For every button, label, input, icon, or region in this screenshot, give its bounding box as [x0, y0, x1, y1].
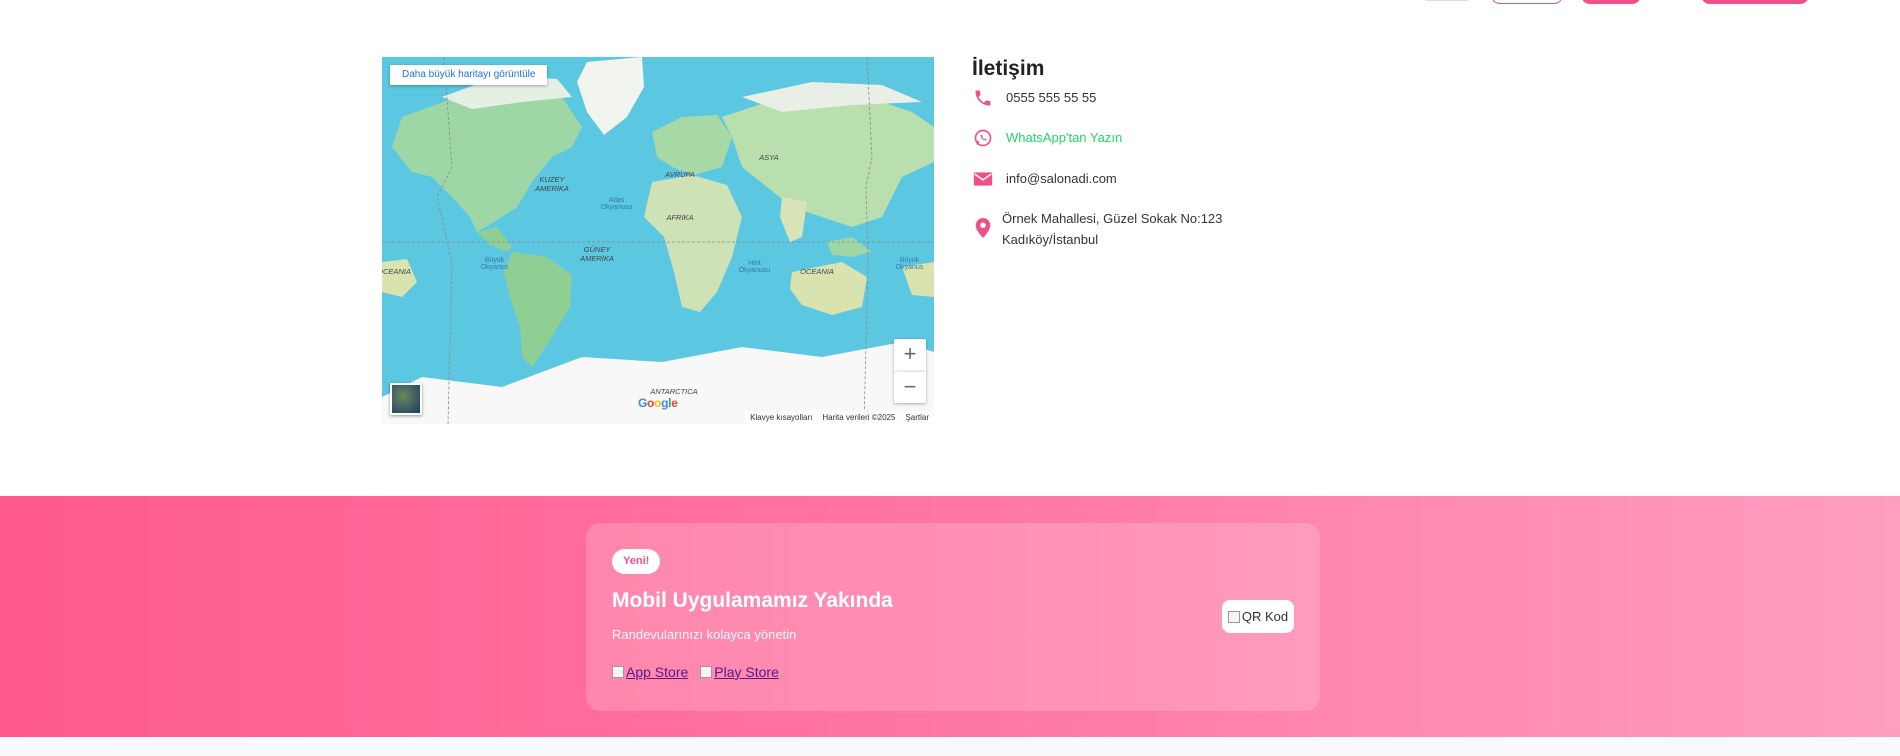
store-links: App Store Play Store — [612, 664, 779, 680]
header-remnant — [0, 0, 1900, 8]
map-label-europe: AVRUPA — [665, 170, 695, 179]
address-line-2: Kadıköy/İstanbul — [1002, 232, 1099, 247]
play-store-link[interactable]: Play Store — [700, 664, 779, 680]
view-larger-map-link[interactable]: Daha büyük haritayı görüntüle — [390, 65, 548, 85]
map-label-oceania-left: OCEANIA — [382, 267, 411, 276]
whatsapp-link: WhatsApp'tan Yazın — [1006, 130, 1123, 145]
qr-code-alt: QR Kod — [1241, 609, 1289, 624]
broken-image-icon — [612, 666, 624, 678]
map-label-north-america: KUZEY AMERİKA — [535, 175, 569, 193]
whatsapp-item[interactable]: WhatsApp'tan Yazın — [972, 127, 1122, 149]
google-logo: Google — [638, 396, 678, 410]
map-label-south-america: GÜNEY AMERİKA — [580, 245, 614, 263]
map-label-indian: Hint Okyanusu — [738, 260, 771, 274]
header-control[interactable] — [1424, 0, 1470, 1]
envelope-icon — [972, 168, 994, 190]
whatsapp-icon — [972, 127, 994, 149]
address-text: Örnek Mahallesi, Güzel Sokak No:123 Kadı… — [1002, 208, 1222, 250]
map-label-africa: AFRİKA — [666, 213, 694, 222]
broken-image-icon — [700, 666, 713, 678]
map-label-pacific-right: Büyük Okyanus — [895, 257, 924, 271]
play-store-label: Play Store — [714, 664, 779, 680]
phone-item[interactable]: 0555 555 55 55 — [972, 87, 1096, 109]
email-address: info@salonadi.com — [1006, 171, 1117, 186]
world-map-graphic — [382, 57, 934, 424]
map-pin-icon — [972, 217, 994, 239]
zoom-in-button[interactable]: + — [894, 339, 926, 371]
header-button[interactable] — [1581, 0, 1641, 4]
phone-number: 0555 555 55 55 — [1006, 90, 1097, 105]
app-promo-card: Yeni! Mobil Uygulamamız Yakında Randevul… — [586, 523, 1320, 711]
map-data-attribution: Harita verileri ©2025 — [822, 413, 896, 422]
map-label-asia: ASYA — [759, 153, 779, 162]
header-outline-button[interactable] — [1491, 0, 1563, 4]
app-store-link[interactable]: App Store — [612, 664, 688, 680]
keyboard-shortcuts-link[interactable]: Klavye kısayolları — [750, 413, 812, 422]
phone-icon — [972, 87, 994, 109]
map-label-antarctica: ANTARCTICA — [650, 387, 698, 396]
app-promo-title: Mobil Uygulamamız Yakında — [612, 589, 893, 612]
address-line-1: Örnek Mahallesi, Güzel Sokak No:123 — [1002, 211, 1223, 226]
broken-image-icon — [1227, 610, 1240, 623]
app-promo-subtitle: Randevularınızı kolayca yönetin — [612, 627, 797, 642]
email-item[interactable]: info@salonadi.com — [972, 168, 1117, 190]
contact-title: İletişim — [972, 57, 1045, 80]
map-footer: Klavye kısayolları Harita verileri ©2025… — [745, 411, 934, 424]
terms-link[interactable]: Şartlar — [905, 413, 929, 422]
zoom-out-button[interactable]: − — [894, 371, 926, 403]
header-cta-button[interactable] — [1701, 0, 1809, 4]
satellite-layer-toggle[interactable] — [390, 383, 422, 415]
contact-section: İletişim 0555 555 55 55 WhatsApp'tan Yaz… — [972, 57, 1292, 247]
map-label-atlantic: Atlas Okyanusu — [600, 197, 633, 211]
app-store-label: App Store — [626, 664, 689, 680]
new-badge: Yeni! — [612, 549, 661, 574]
footer-remnant — [0, 737, 1900, 756]
map-label-oceania-right: OCEANIA — [800, 267, 834, 276]
address-item: Örnek Mahallesi, Güzel Sokak No:123 Kadı… — [972, 208, 1222, 250]
qr-code: QR Kod — [1222, 600, 1294, 633]
embedded-map[interactable]: KUZEY AMERİKA Atlas Okyanusu AVRUPA ASYA… — [382, 57, 934, 424]
map-label-pacific-left: Büyük Okyanus — [480, 257, 509, 271]
